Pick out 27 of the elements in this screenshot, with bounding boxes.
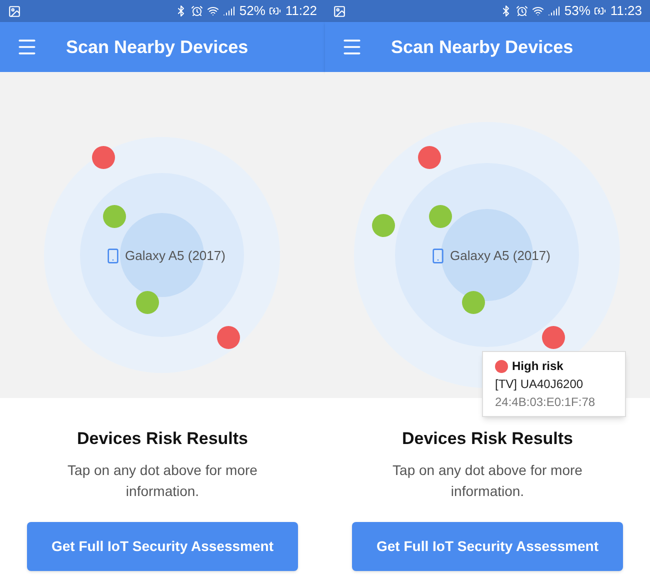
screen-title: Scan Nearby Devices bbox=[391, 36, 574, 59]
results-title: Devices Risk Results bbox=[402, 428, 574, 450]
device-label: Galaxy A5 (2017) bbox=[125, 247, 226, 265]
device-name: [TV] UA40J6200 bbox=[495, 376, 584, 393]
results-text: Tap on any dot above for more information. bbox=[66, 460, 258, 500]
battery-icon bbox=[594, 5, 606, 17]
alarm-icon bbox=[516, 5, 528, 17]
image-icon bbox=[333, 4, 346, 18]
image-icon bbox=[8, 4, 21, 18]
alarm-icon bbox=[191, 5, 204, 17]
clock-time: 11:23 bbox=[610, 2, 642, 20]
device-label: Galaxy A5 (2017) bbox=[450, 247, 550, 265]
results-title: Devices Risk Results bbox=[76, 428, 248, 450]
battery-icon bbox=[269, 5, 282, 17]
battery-percent: 53% bbox=[564, 2, 590, 20]
signal-icon bbox=[548, 5, 560, 17]
mac-address: 24:4B:03:E0:1F:78 bbox=[495, 394, 596, 411]
phone-icon bbox=[105, 248, 121, 264]
clock-time: 11:22 bbox=[285, 2, 317, 20]
results-text: Tap on any dot above for more information. bbox=[392, 460, 584, 500]
assessment-button[interactable]: Get Full IoT Security Assessment bbox=[352, 522, 623, 570]
screen-title: Scan Nearby Devices bbox=[66, 36, 248, 59]
assessment-button[interactable]: Get Full IoT Security Assessment bbox=[27, 522, 298, 570]
battery-percent: 52% bbox=[239, 2, 266, 20]
risk-level: High risk bbox=[512, 358, 564, 375]
signal-icon bbox=[223, 5, 236, 17]
phone-icon bbox=[430, 248, 446, 264]
